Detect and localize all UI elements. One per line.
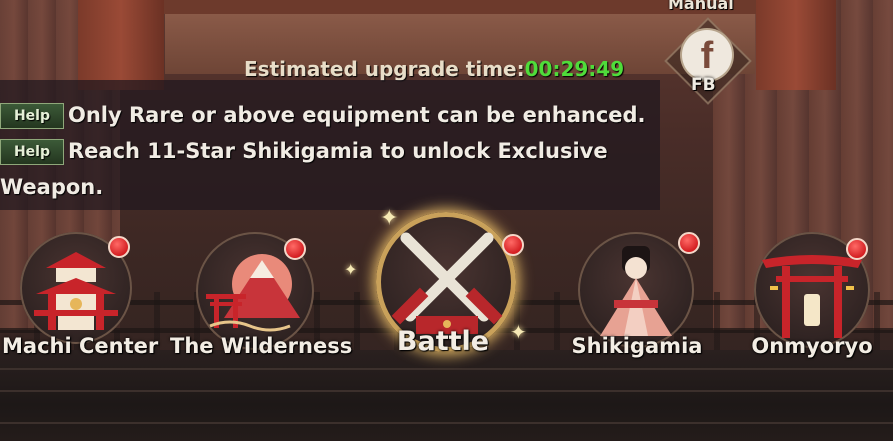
notification-badge [502, 234, 524, 256]
upgrade-time-label: Estimated upgrade time: [244, 57, 525, 81]
mountain-torii-icon [206, 254, 300, 332]
tip-text: Only Rare or above equipment can be enha… [68, 103, 646, 127]
tip-row: Help Reach 11-Star Shikigamia to unlock E… [0, 133, 620, 205]
tip-text: Reach 11-Star Shikigamia to unlock Exclu… [0, 139, 608, 199]
kimono-girl-icon [600, 246, 672, 336]
notification-badge [108, 236, 130, 258]
help-button[interactable]: Help [0, 103, 64, 129]
nav-the-wilderness[interactable]: The Wilderness [170, 232, 353, 362]
tip-row: Help Only Rare or above equipment can be … [0, 97, 660, 133]
crossed-swords-icon [391, 232, 503, 334]
sparkle-icon: ✦ [344, 260, 358, 279]
pillar-left [78, 0, 164, 90]
notification-badge [678, 232, 700, 254]
nav-label: Onmyoryo [751, 334, 873, 358]
facebook-button[interactable]: f FB [664, 17, 752, 105]
pillar-right [756, 0, 836, 90]
upgrade-time-line: Estimated upgrade time:00:29:49 [244, 57, 624, 81]
sparkle-icon: ✦ [380, 206, 399, 231]
pagoda-icon [34, 252, 118, 330]
notification-badge [846, 238, 868, 260]
floor-line [0, 422, 893, 424]
nav-onmyoryo[interactable]: Onmyoryo [742, 232, 882, 362]
nav-label: Battle [396, 326, 490, 357]
floor-line [0, 390, 893, 392]
upgrade-time-value: 00:29:49 [524, 57, 625, 81]
nav-label: The Wilderness [170, 334, 353, 358]
nav-shikigamia[interactable]: Shikigamia [562, 232, 712, 362]
facebook-icon: f [682, 30, 732, 80]
facebook-letter: f [700, 35, 714, 77]
nav-label: Machi Center [2, 334, 159, 358]
nav-label: Shikigamia [571, 334, 703, 358]
fb-label: FB [691, 75, 716, 95]
manual-label[interactable]: Manual [668, 0, 734, 13]
help-button[interactable]: Help [0, 139, 64, 165]
torii-gate-icon [762, 255, 862, 338]
nav-machi-center[interactable]: Machi Center [2, 232, 159, 362]
nav-battle[interactable]: ✦ ✦ ✦ Battle [344, 200, 536, 370]
notification-badge [284, 238, 306, 260]
